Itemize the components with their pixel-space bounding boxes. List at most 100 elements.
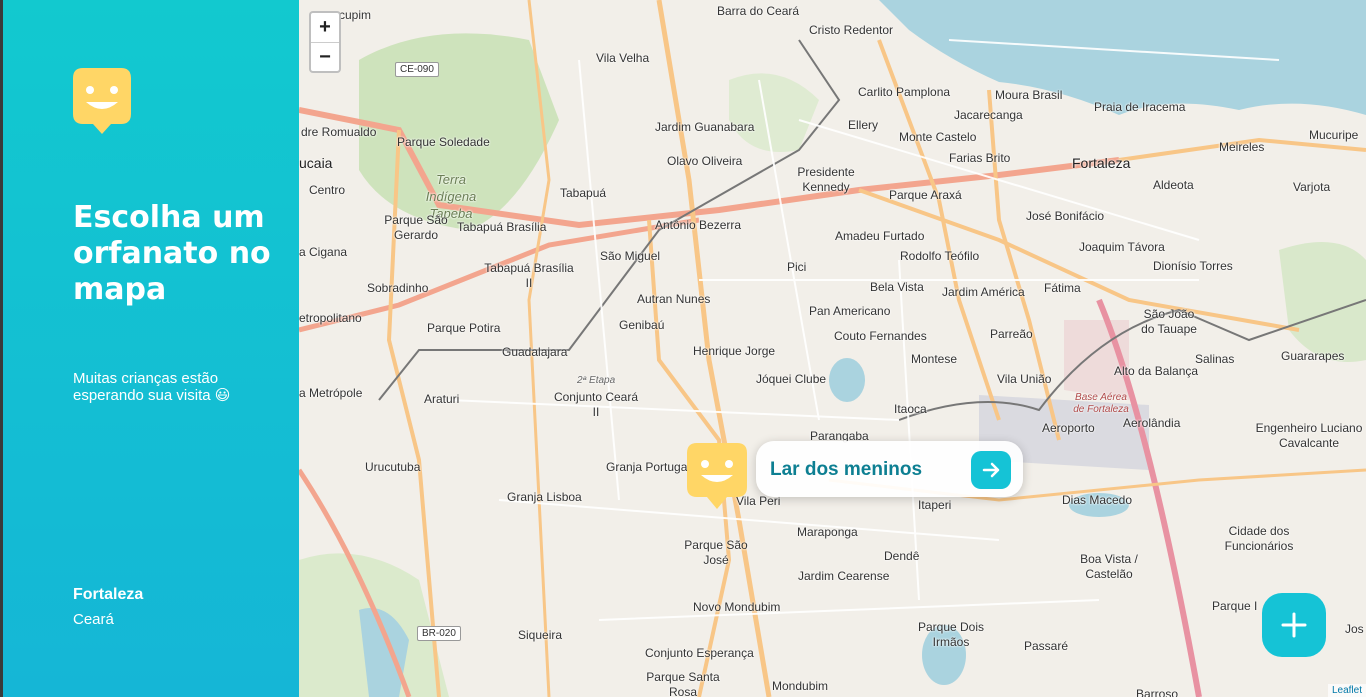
map-label: Parque I <box>1212 599 1258 613</box>
map-label: Tabapuá Brasília II <box>484 261 574 290</box>
map-label: Conjunto Esperança <box>645 646 754 660</box>
map-label: Varjota <box>1293 180 1331 194</box>
map-label: Presidente Kennedy <box>797 165 855 194</box>
map-label: Barroso <box>1136 687 1179 697</box>
leaflet-attribution-link[interactable]: Leaflet <box>1327 684 1366 697</box>
map-label: São Miguel <box>600 249 661 263</box>
map-label: Henrique Jorge <box>693 344 776 358</box>
map-label: Aldeota <box>1153 178 1194 192</box>
map-label: Olavo Oliveira <box>667 154 743 168</box>
map-label: Meireles <box>1219 140 1265 154</box>
map-label: São João do Tauape <box>1141 307 1197 336</box>
map-label: Dendê <box>884 549 920 563</box>
map-label: etropolitano <box>299 311 362 325</box>
map-label: Guararapes <box>1281 349 1345 363</box>
map-label: Couto Fernandes <box>834 329 927 343</box>
map-label: Granja Lisboa <box>507 490 582 504</box>
map-label: Cristo Redentor <box>809 23 894 37</box>
map-label: ucaia <box>299 155 333 171</box>
map-label: Autran Nunes <box>637 292 711 306</box>
map-label: Vila Velha <box>596 51 650 65</box>
plus-icon <box>1281 612 1307 638</box>
map-label: Pan Americano <box>809 304 891 318</box>
map-label: Parque São José <box>684 538 748 567</box>
sidebar: Escolha um orfanato no mapa Muitas crian… <box>0 0 299 697</box>
page-title: Escolha um orfanato no mapa <box>73 200 271 307</box>
map-label: Farias Brito <box>949 151 1011 165</box>
map-label: Parque Dois Irmãos <box>917 620 985 649</box>
map-label: Sobradinho <box>367 281 429 295</box>
map-label: dre Romualdo <box>301 125 377 139</box>
map-label: a Cigana <box>299 245 348 259</box>
map-label: Itaperi <box>918 498 952 512</box>
zoom-out-button[interactable]: − <box>311 42 339 71</box>
map-label: Monte Castelo <box>899 130 977 144</box>
map-label: Antônio Bezerra <box>655 218 742 232</box>
orphanage-popup: Lar dos meninos <box>756 441 1023 497</box>
map-label: Fátima <box>1044 281 1081 295</box>
map-label: Mondubim <box>772 679 829 693</box>
map-label: Aeroporto <box>1042 421 1095 435</box>
map-label: Novo Mondubim <box>693 600 781 614</box>
map-label: Passaré <box>1024 639 1069 653</box>
map-label: Urucutuba <box>365 460 421 474</box>
map-marker-icon[interactable] <box>685 441 749 513</box>
map-label: Jos <box>1345 622 1364 636</box>
map-label: Granja Portugal <box>606 460 691 474</box>
map-label: Parque Soledade <box>397 135 490 149</box>
map-label: Parque São Gerardo <box>384 213 448 242</box>
road-shield: CE-090 <box>395 62 439 77</box>
map-label: Jardim Cearense <box>798 569 890 583</box>
map-label: Siqueira <box>518 628 563 642</box>
map-label: Bela Vista <box>870 280 924 294</box>
map-label: Itaoca <box>894 402 927 416</box>
map-label: Guadalajara <box>502 345 568 359</box>
map-label: 2ª Etapa <box>577 375 616 386</box>
map-label: Dionísio Torres <box>1153 259 1233 273</box>
map-label: Ellery <box>848 118 879 132</box>
map-label: Mucuripe <box>1309 128 1359 142</box>
map-label: Maraponga <box>797 525 858 539</box>
map-label: Aerolândia <box>1123 416 1181 430</box>
logo-icon <box>73 68 131 134</box>
state-name: Ceará <box>73 611 114 628</box>
map-label: Araturi <box>424 392 460 406</box>
map-label: Conjunto Ceará II <box>553 390 639 419</box>
map-label: Parque Araxá <box>889 188 962 202</box>
map-label: Tabapuá <box>560 186 607 200</box>
map-label: Pici <box>787 260 807 274</box>
arrow-right-icon <box>982 462 1000 478</box>
map-label: Centro <box>309 183 346 197</box>
map-view[interactable]: Barra do Ceará Cristo Redentor Vila Velh… <box>299 0 1366 697</box>
map-label: José Bonifácio <box>1026 209 1105 223</box>
map-label: Parreão <box>990 327 1033 341</box>
map-label: Salinas <box>1195 352 1235 366</box>
open-orphanage-button[interactable] <box>971 451 1011 489</box>
map-tiles[interactable] <box>299 0 1366 697</box>
map-label: Jacarecanga <box>954 108 1023 122</box>
map-label: Montese <box>911 352 958 366</box>
map-label: Boa Vista / Castelão <box>1080 552 1138 581</box>
map-label: Carlito Pamplona <box>858 85 951 99</box>
map-label: Genibaú <box>619 318 665 332</box>
map-label: Dias Macedo <box>1062 493 1133 507</box>
map-label: Tabapuá Brasília <box>457 220 547 234</box>
map-label: a Metrópole <box>299 386 363 400</box>
map-label: Parque Potira <box>427 321 501 335</box>
map-label: Joaquim Távora <box>1079 240 1165 254</box>
city-name: Fortaleza <box>73 586 144 603</box>
zoom-in-button[interactable]: + <box>311 13 339 42</box>
add-orphanage-button[interactable] <box>1262 593 1326 657</box>
map-label: Rodolfo Teófilo <box>900 249 980 263</box>
map-label: Vila União <box>997 372 1052 386</box>
map-label: Cidade dos Funcionários <box>1224 524 1294 553</box>
map-label: Barra do Ceará <box>717 4 800 18</box>
map-label: Base Aérea de Fortaleza <box>1073 392 1129 415</box>
map-label: Alto da Balança <box>1114 364 1199 378</box>
map-label: Praia de Iracema <box>1094 100 1186 114</box>
map-label: cupim <box>339 8 372 22</box>
road-shield: BR-020 <box>417 626 461 641</box>
map-label: Engenheiro Luciano Cavalcante <box>1255 421 1363 450</box>
map-label: Fortaleza <box>1072 155 1131 171</box>
map-label: Jardim América <box>942 285 1025 299</box>
